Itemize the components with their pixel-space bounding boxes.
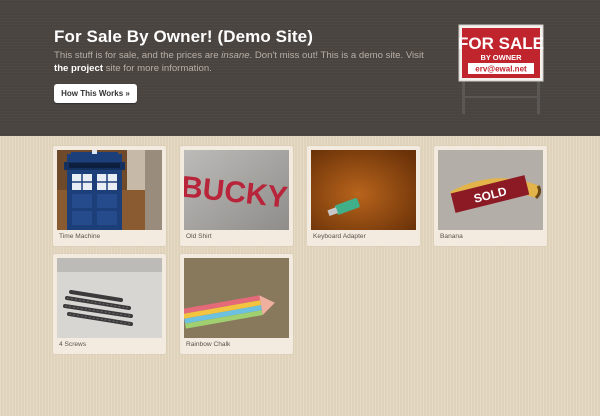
chalk-photo [184, 258, 289, 338]
item-label: Rainbow Chalk [186, 341, 231, 348]
item-label: Banana [440, 233, 463, 240]
item-card-4-screws[interactable]: 4 Screws [53, 254, 166, 354]
item-label: Keyboard Adapter [313, 233, 366, 240]
item-label: 4 Screws [59, 341, 87, 348]
sign-text-by-owner: BY OWNER [480, 53, 522, 62]
sign-text-email: erv@ewal.net [475, 65, 527, 74]
item-label: Old Shirt [186, 233, 212, 240]
shirt-photo: BUCKY [184, 150, 289, 230]
project-link[interactable]: the project [54, 63, 103, 74]
banana-photo: SOLD [438, 150, 543, 230]
tardis-photo [57, 150, 162, 230]
item-card-keyboard-adapter[interactable]: Keyboard Adapter [307, 146, 420, 246]
desc-text-2: . Don't miss out! This is a demo site. V… [249, 50, 424, 61]
hero-banner: For Sale By Owner! (Demo Site) This stuf… [0, 0, 600, 136]
desc-text-3: site for more information. [103, 63, 212, 74]
item-card-old-shirt[interactable]: BUCKY Old Shirt [180, 146, 293, 246]
desc-text-1: This stuff is for sale, and the prices a… [54, 50, 222, 61]
page-title: For Sale By Owner! (Demo Site) [54, 27, 313, 46]
desc-emphasis: insane [221, 50, 250, 61]
for-sale-sign-logo: FOR SALE BY OWNER erv@ewal.net [458, 24, 544, 114]
item-card-rainbow-chalk[interactable]: Rainbow Chalk [180, 254, 293, 354]
how-this-works-button[interactable]: How This Works » [54, 84, 137, 103]
screws-photo [57, 258, 162, 338]
item-card-banana[interactable]: SOLD Banana [434, 146, 547, 246]
hero-description: This stuff is for sale, and the prices a… [54, 49, 439, 75]
sign-text-for-sale: FOR SALE [458, 34, 544, 53]
adapter-photo [311, 150, 416, 230]
item-card-time-machine[interactable]: Time Machine [53, 146, 166, 246]
item-label: Time Machine [59, 233, 101, 240]
